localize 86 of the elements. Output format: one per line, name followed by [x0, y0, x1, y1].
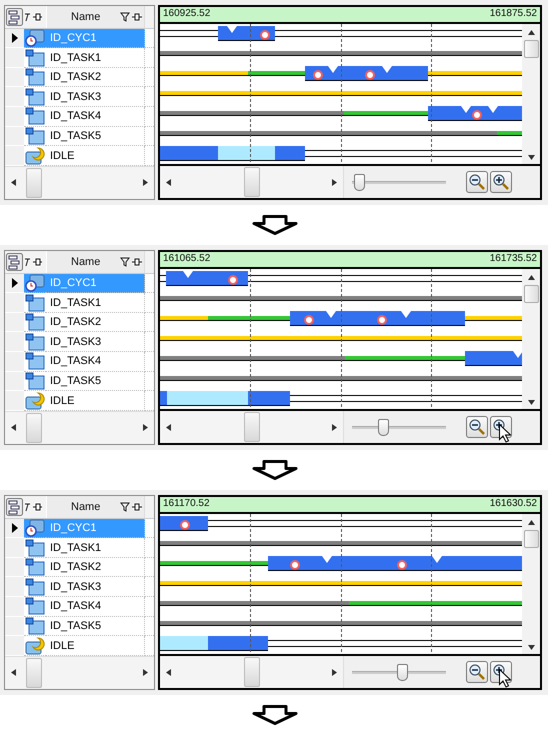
scroll-thumb[interactable] [26, 168, 42, 198]
horizontal-scrollbar[interactable] [160, 166, 344, 198]
scroll-up-icon[interactable] [528, 30, 534, 35]
zoom-out-button[interactable] [466, 661, 488, 683]
scroll-left-icon[interactable] [11, 424, 16, 432]
task-name-cell[interactable]: ID_TASK5 [46, 616, 145, 636]
scroll-thumb[interactable] [524, 40, 538, 58]
slider-thumb[interactable] [354, 174, 366, 191]
scroll-thumb[interactable] [524, 530, 538, 548]
horizontal-scrollbar[interactable] [160, 411, 344, 443]
slider-thumb[interactable] [378, 419, 390, 436]
scroll-down-icon[interactable] [528, 400, 534, 405]
zoom-out-icon [469, 419, 485, 435]
scroll-thumb[interactable] [244, 657, 260, 687]
task-name-cell[interactable]: ID_TASK1 [46, 293, 145, 313]
scroll-left-icon[interactable] [166, 424, 171, 430]
scroll-down-icon[interactable] [528, 155, 534, 160]
down-arrow-icon [252, 460, 298, 480]
end-time: 161875.52 [490, 8, 537, 19]
scroll-left-icon[interactable] [11, 669, 16, 676]
scroll-right-icon[interactable] [332, 178, 337, 186]
filter-pin-icon[interactable] [120, 502, 142, 512]
scroll-thumb[interactable] [524, 285, 538, 303]
task-name-cell[interactable]: ID_TASK4 [46, 597, 145, 617]
scroll-left-icon[interactable] [166, 668, 171, 676]
down-arrow-icon [252, 215, 298, 235]
down-arrow-icon [252, 705, 298, 725]
horizontal-scrollbar[interactable] [160, 656, 344, 688]
task-name-cell[interactable]: ID_TASK3 [46, 87, 145, 108]
scroll-thumb[interactable] [244, 412, 260, 442]
column-header: Name [71, 500, 100, 513]
zoom-out-icon [469, 664, 485, 680]
task-name-cell[interactable]: ID_TASK1 [46, 538, 145, 558]
column-header: Name [71, 256, 100, 268]
column-chooser-icon[interactable] [6, 498, 23, 516]
filter-pin-icon[interactable] [24, 12, 42, 22]
scroll-right-icon[interactable] [143, 179, 148, 186]
scroll-right-icon[interactable] [332, 424, 337, 430]
zoom-out-icon [469, 174, 485, 190]
scroll-up-icon[interactable] [528, 520, 534, 525]
row-header[interactable] [5, 518, 24, 538]
current-row-icon [12, 522, 18, 533]
scroll-down-icon[interactable] [528, 645, 534, 650]
current-row-icon [12, 278, 18, 288]
zoom-in-icon [493, 174, 509, 190]
vertical-scrollbar[interactable] [522, 514, 540, 654]
task-name-cell[interactable]: ID_TASK2 [46, 312, 145, 332]
column-chooser-icon[interactable] [6, 8, 23, 26]
filter-pin-icon[interactable] [24, 256, 42, 267]
row-header[interactable] [5, 274, 24, 294]
column-chooser-icon[interactable] [6, 252, 23, 271]
task-name-cell[interactable]: ID_TASK5 [46, 372, 145, 392]
task-name-cell[interactable]: ID_TASK2 [46, 68, 145, 88]
end-time: 161735.52 [490, 253, 537, 264]
row-header[interactable] [5, 28, 24, 48]
zoom-in-button[interactable] [490, 171, 512, 193]
vertical-scrollbar[interactable] [522, 24, 540, 164]
task-name-cell[interactable]: ID_TASK3 [46, 577, 145, 598]
start-time: 161170.52 [163, 498, 210, 509]
scroll-right-icon[interactable] [332, 668, 337, 676]
zoom-out-button[interactable] [466, 171, 488, 193]
column-header: Name [71, 10, 100, 23]
scroll-right-icon[interactable] [143, 424, 148, 432]
filter-pin-icon[interactable] [24, 502, 42, 512]
filter-pin-icon[interactable] [120, 256, 142, 267]
start-time: 161065.52 [163, 253, 210, 264]
scroll-up-icon[interactable] [528, 275, 534, 280]
task-name-cell[interactable]: ID_TASK4 [46, 352, 145, 372]
vertical-scrollbar[interactable] [522, 269, 540, 409]
scroll-right-icon[interactable] [143, 669, 148, 676]
task-name-cell[interactable]: ID_TASK2 [46, 558, 145, 578]
task-name-cell[interactable]: ID_TASK1 [46, 48, 145, 68]
scroll-thumb[interactable] [244, 167, 260, 197]
task-name-cell[interactable]: ID_TASK4 [46, 107, 145, 127]
task-name-cell[interactable]: ID_TASK3 [46, 332, 145, 352]
end-time: 161630.52 [490, 498, 537, 509]
zoom-out-button[interactable] [466, 416, 488, 438]
scroll-thumb[interactable] [26, 412, 42, 443]
scroll-left-icon[interactable] [11, 179, 16, 186]
scroll-left-icon[interactable] [166, 178, 171, 186]
filter-pin-icon[interactable] [120, 12, 142, 22]
start-time: 160925.52 [163, 8, 210, 19]
slider-thumb[interactable] [397, 664, 408, 681]
current-row-icon [12, 32, 18, 43]
scroll-thumb[interactable] [26, 658, 42, 688]
task-name-cell[interactable]: ID_TASK5 [46, 126, 145, 146]
